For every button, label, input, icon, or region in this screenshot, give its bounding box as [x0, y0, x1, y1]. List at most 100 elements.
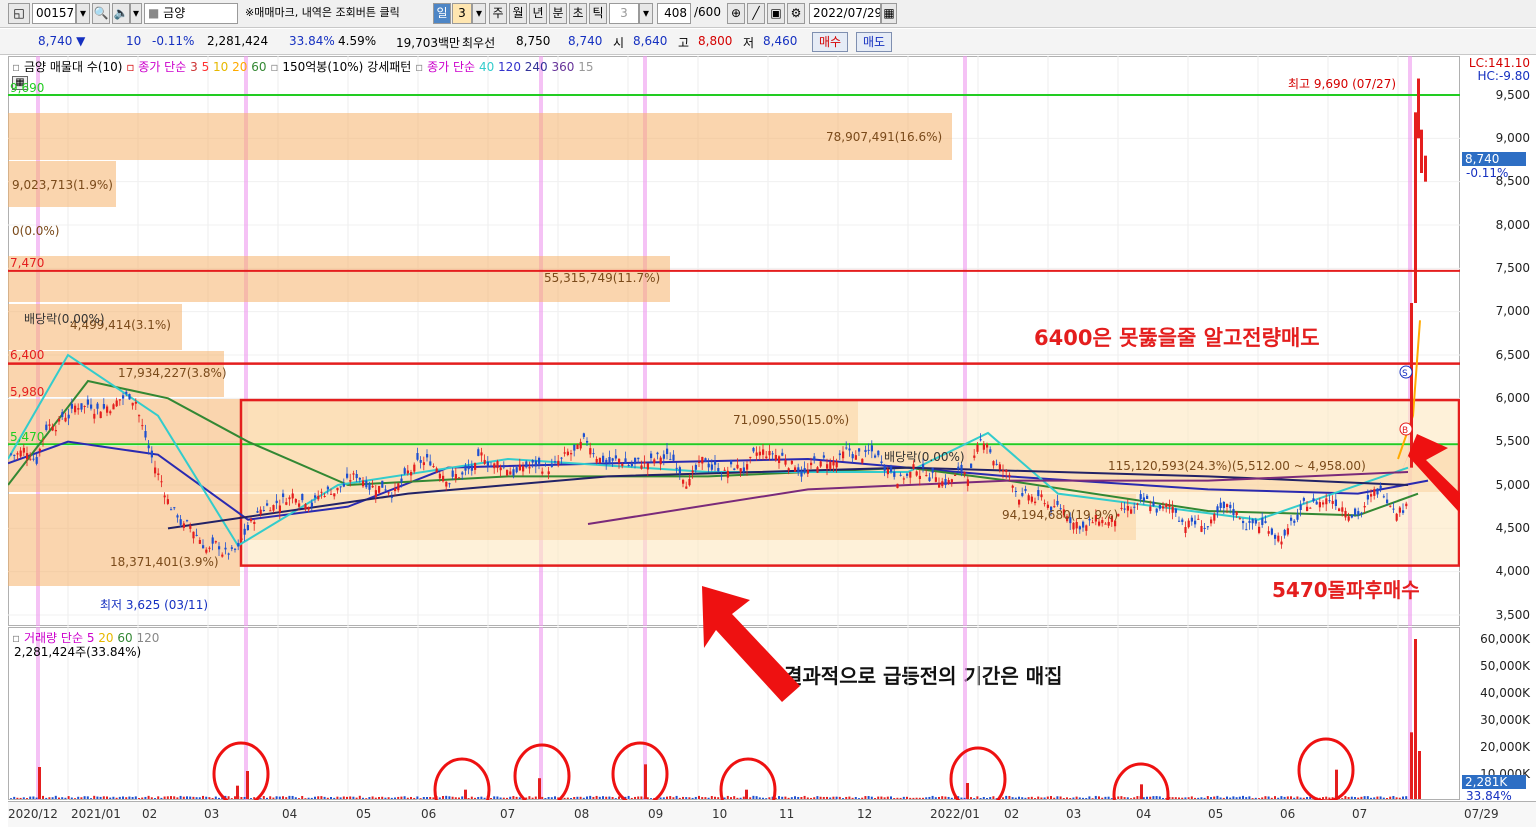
volume-bar	[826, 796, 828, 799]
speaker-icon[interactable]: 🔈	[112, 3, 130, 24]
volume-spike	[1418, 751, 1421, 799]
period-value-dropdown[interactable]: ▾	[472, 3, 486, 24]
zoom-icon[interactable]: ⊕	[727, 3, 745, 24]
speaker-dropdown-button[interactable]: ▾	[130, 3, 142, 24]
candle-body	[822, 455, 825, 458]
candle-body	[451, 470, 454, 477]
candle-body	[794, 467, 797, 472]
low-price: 8,460	[763, 34, 798, 48]
volume-bar	[48, 797, 51, 799]
stock-name-field[interactable]: ■ 금양	[144, 3, 238, 24]
buy-button[interactable]: 매수	[812, 32, 849, 52]
level-label-5470: 5,470	[10, 430, 45, 444]
save-icon[interactable]: ▣	[767, 3, 785, 24]
volume-bar	[358, 795, 361, 799]
volume-bar	[813, 797, 816, 799]
count-input[interactable]: 408	[657, 3, 691, 24]
period-week-button[interactable]: 주	[489, 3, 507, 24]
volume-bar	[1184, 797, 1187, 799]
candle-body	[819, 461, 822, 467]
candle-body	[416, 453, 419, 460]
candle-body	[339, 486, 342, 488]
axis-tick-7000: 7,000	[1495, 304, 1530, 318]
candle-body	[1270, 528, 1273, 535]
code-dropdown-button[interactable]: ▾	[76, 3, 90, 24]
volume-bar	[618, 796, 620, 799]
x-label: 05	[356, 807, 372, 821]
candle-body	[925, 475, 928, 477]
candle-body	[237, 543, 240, 547]
code-input[interactable]: 001570	[32, 3, 76, 24]
legend-toggle-icon[interactable]: ▫	[12, 60, 20, 74]
draw-icon[interactable]: ╱	[747, 3, 765, 24]
candle-body	[586, 440, 589, 443]
candle-body	[666, 448, 669, 455]
volume-bar	[483, 797, 486, 799]
x-label: 03	[1066, 807, 1082, 821]
period-day-button[interactable]: 일	[433, 3, 451, 24]
volume-bar	[563, 797, 566, 799]
candle-body	[314, 495, 317, 498]
volume-bar	[243, 796, 246, 799]
volume-bar	[1222, 797, 1225, 799]
candle-body	[634, 457, 637, 464]
candle-body	[934, 477, 937, 482]
candle-body	[189, 525, 192, 529]
search-icon[interactable]: 🔍	[92, 3, 110, 24]
candle-body	[1210, 519, 1213, 524]
x-label: 08	[574, 807, 590, 821]
candle-body	[259, 509, 262, 515]
axis-tick-4500: 4,500	[1495, 521, 1530, 535]
sell-button[interactable]: 매도	[856, 32, 893, 52]
candle-body	[349, 480, 352, 482]
period-value-input[interactable]: 3	[452, 3, 472, 24]
period-year-button[interactable]: 년	[529, 3, 547, 24]
settings-icon[interactable]: ⚙	[787, 3, 805, 24]
candle-body	[294, 499, 297, 503]
axis-tick-5500: 5,500	[1495, 434, 1530, 448]
period-minute-button[interactable]: 분	[549, 3, 567, 24]
vol-tick-30000: 30,000K	[1480, 713, 1530, 727]
candle-body	[522, 466, 525, 472]
volume-bar	[294, 797, 297, 799]
candle-body	[160, 481, 163, 483]
candle-body	[1420, 129, 1423, 173]
candle-body	[198, 540, 201, 544]
legend-ma10: 10	[213, 60, 229, 74]
volume-bar	[832, 796, 835, 799]
volume-bar	[1059, 796, 1062, 799]
legend-ma2-label: 종가 단순	[427, 60, 476, 74]
volume-bar	[877, 796, 880, 799]
candle-body	[304, 504, 307, 509]
volume-bar	[1155, 796, 1158, 799]
period-tick-button[interactable]: 틱	[589, 3, 607, 24]
volume-bar	[1379, 796, 1382, 799]
volume-bar	[1027, 797, 1030, 799]
volume-bar	[1347, 797, 1350, 799]
volume-bar	[723, 797, 726, 799]
tick-value-input[interactable]: 3	[609, 3, 639, 24]
volume-bar	[1075, 796, 1078, 799]
tick-value-dropdown[interactable]: ▾	[639, 3, 653, 24]
candle-body	[752, 447, 755, 452]
volume-bar	[1405, 796, 1408, 799]
axis-hc: HC:-9.80	[1477, 69, 1531, 83]
volume-bar	[355, 797, 358, 799]
candle-body	[1334, 499, 1337, 506]
period-second-button[interactable]: 초	[569, 3, 587, 24]
volume-bar	[1258, 798, 1260, 799]
layout-icon[interactable]: ◱	[8, 3, 30, 24]
candle-body	[566, 451, 569, 456]
candle-body	[397, 483, 400, 491]
candle-body	[989, 449, 992, 453]
period-month-button[interactable]: 월	[509, 3, 527, 24]
volume-bar	[83, 796, 86, 799]
volume-bar	[1267, 796, 1270, 799]
volume-bar	[96, 796, 99, 799]
volume-bar	[941, 796, 944, 799]
axis-tick-3500: 3,500	[1495, 608, 1530, 622]
calendar-icon[interactable]: ▦	[881, 3, 897, 24]
volume-bar	[422, 797, 425, 799]
date-input[interactable]: 2022/07/29	[809, 3, 881, 24]
candle-body	[368, 483, 371, 490]
